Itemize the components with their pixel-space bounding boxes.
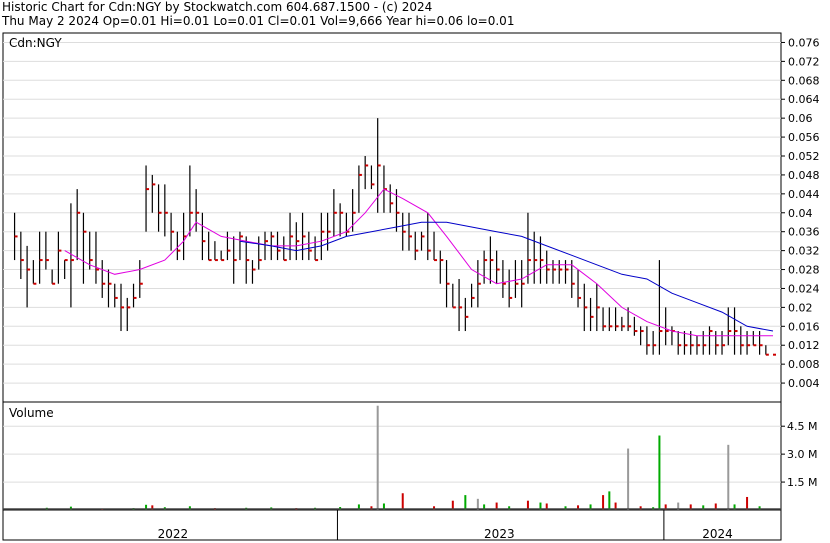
volume-panel <box>2 401 782 511</box>
symbol-label: Cdn:NGY <box>9 36 62 50</box>
volume-y-axis: 1.5 M 3.0 M 4.5 M <box>781 420 817 489</box>
historic-chart: 0.004 0.008 0.012 0.016 0.02 0.024 0.028 0.032 0… <box>2 32 820 541</box>
price-y-tick-label: 0.052 <box>788 150 820 163</box>
volume-label: Volume <box>9 406 54 420</box>
volume-bar <box>727 444 730 510</box>
price-y-tick-label: 0.048 <box>788 169 820 182</box>
price-y-tick-label: 0.072 <box>788 55 820 68</box>
year-label: 2022 <box>158 527 189 541</box>
price-y-tick-label: 0.012 <box>788 339 820 352</box>
price-y-tick-label: 0.028 <box>788 264 820 277</box>
price-y-tick-label: 0.04 <box>788 207 813 220</box>
volume-bar <box>627 448 630 510</box>
price-y-tick-label: 0.06 <box>788 112 813 125</box>
volume-bar <box>608 491 611 510</box>
price-y-tick-label: 0.004 <box>788 377 820 390</box>
price-y-tick-label: 0.024 <box>788 282 820 295</box>
volume-bar <box>464 495 467 510</box>
price-y-tick-label: 0.02 <box>788 301 813 314</box>
year-label: 2024 <box>702 527 733 541</box>
volume-y-tick-label: 4.5 M <box>787 420 817 433</box>
volume-y-tick-label: 3.0 M <box>787 448 817 461</box>
price-panel <box>2 32 782 403</box>
price-y-tick-label: 0.068 <box>788 74 820 87</box>
price-y-tick-label: 0.056 <box>788 131 820 144</box>
volume-bar <box>376 405 379 510</box>
price-y-tick-label: 0.016 <box>788 320 820 333</box>
year-label: 2023 <box>484 527 515 541</box>
price-y-axis: 0.004 0.008 0.012 0.016 0.02 0.024 0.028 0.032 0… <box>781 36 820 390</box>
volume-bar <box>602 495 605 510</box>
price-y-tick-label: 0.064 <box>788 93 820 106</box>
volume-bar <box>746 496 749 510</box>
price-y-tick-label: 0.032 <box>788 245 820 258</box>
price-y-tick-label: 0.044 <box>788 188 820 201</box>
price-y-tick-label: 0.036 <box>788 226 820 239</box>
volume-y-tick-label: 1.5 M <box>787 476 817 489</box>
volume-bar <box>401 493 404 510</box>
price-y-tick-label: 0.076 <box>788 36 820 49</box>
price-y-tick-label: 0.008 <box>788 358 820 371</box>
volume-bar <box>658 435 661 510</box>
